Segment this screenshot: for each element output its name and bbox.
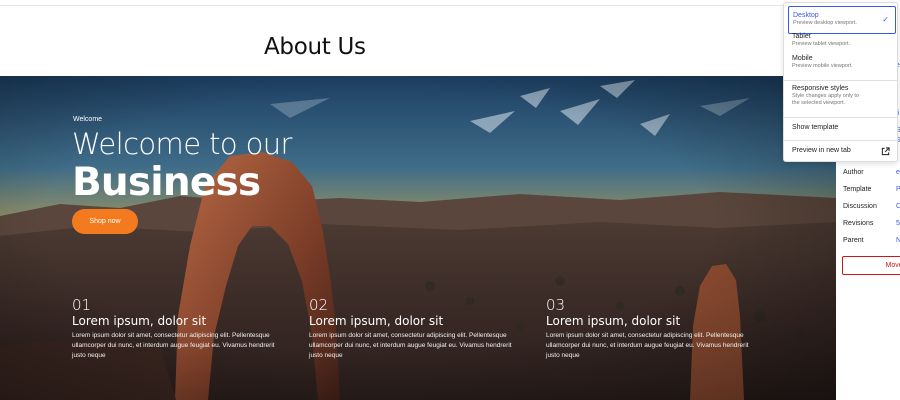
menu-item-show-template[interactable]: Show template <box>788 124 896 131</box>
feature-body: Lorem ipsum dolor sit amet, consectetur … <box>309 332 512 359</box>
feature-number: 03 <box>546 296 566 314</box>
page-title[interactable]: About Us <box>264 34 366 60</box>
feature-title: Lorem ipsum, dolor sit <box>546 314 681 328</box>
hero-headline-line1[interactable]: Welcome to our <box>72 127 292 161</box>
menu-item-help: the selected viewport. <box>792 100 846 106</box>
sidebar-value-discussion[interactable]: C <box>896 203 900 210</box>
editor-canvas: About Us Welcome Welcome to our Business… <box>0 0 900 400</box>
sidebar-label-parent: Parent <box>843 237 864 244</box>
sidebar-label-discussion: Discussion <box>843 203 877 210</box>
menu-item-preview-new-tab[interactable]: Preview in new tab <box>788 147 896 156</box>
menu-item-help: Preview tablet viewport. <box>792 41 851 47</box>
sidebar-label-template: Template <box>843 186 872 193</box>
menu-item-help: Style changes apply only to <box>792 93 859 99</box>
sidebar-value-template[interactable]: P <box>896 186 900 193</box>
menu-item-label: Responsive styles <box>792 85 849 92</box>
menu-item-label: Show template <box>792 124 839 131</box>
menu-item-help: Preview mobile viewport. <box>792 63 853 69</box>
menu-item-label: Tablet <box>792 33 811 40</box>
hero-headline-line2[interactable]: Business <box>72 160 261 205</box>
menu-item-tablet[interactable]: Tablet Preview tablet viewport. <box>788 33 896 48</box>
external-link-icon <box>881 147 890 156</box>
sidebar-value-author[interactable]: e <box>896 169 900 176</box>
feature-column-1[interactable]: 01 Lorem ipsum, dolor sit Lorem ipsum do… <box>72 296 287 361</box>
sidebar-value-revisions[interactable]: 5 <box>896 220 900 227</box>
feature-title: Lorem ipsum, dolor sit <box>72 314 207 328</box>
preview-dropdown-menu: Desktop Preview desktop viewport. ✓ Tabl… <box>783 2 898 162</box>
menu-item-desktop[interactable]: Desktop Preview desktop viewport. ✓ <box>788 6 896 34</box>
sidebar-label-author: Author <box>843 169 864 176</box>
move-to-trash-button[interactable]: Move t <box>842 256 900 275</box>
feature-number: 01 <box>72 296 92 314</box>
menu-item-label: Desktop <box>793 12 819 19</box>
menu-divider <box>784 80 897 81</box>
menu-item-label: Mobile <box>792 55 813 62</box>
feature-column-2[interactable]: 02 Lorem ipsum, dolor sit Lorem ipsum do… <box>309 296 524 361</box>
check-icon: ✓ <box>882 15 889 24</box>
sidebar-value-parent[interactable]: N <box>896 237 900 244</box>
sidebar-label-revisions: Revisions <box>843 220 874 227</box>
menu-item-mobile[interactable]: Mobile Preview mobile viewport. <box>788 55 896 70</box>
feature-column-3[interactable]: 03 Lorem ipsum, dolor sit Lorem ipsum do… <box>546 296 761 361</box>
menu-item-responsive-styles[interactable]: Responsive styles Style changes apply on… <box>788 85 896 107</box>
menu-item-help: Preview desktop viewport. <box>793 20 857 26</box>
feature-body: Lorem ipsum dolor sit amet, consectetur … <box>72 332 275 359</box>
shop-now-button[interactable]: Shop now <box>72 209 138 234</box>
menu-divider <box>784 140 897 141</box>
menu-divider <box>784 117 897 118</box>
header-divider <box>0 5 900 6</box>
feature-number: 02 <box>309 296 329 314</box>
hero-eyebrow[interactable]: Welcome <box>73 116 102 123</box>
feature-body: Lorem ipsum dolor sit amet, consectetur … <box>546 332 749 359</box>
feature-title: Lorem ipsum, dolor sit <box>309 314 444 328</box>
